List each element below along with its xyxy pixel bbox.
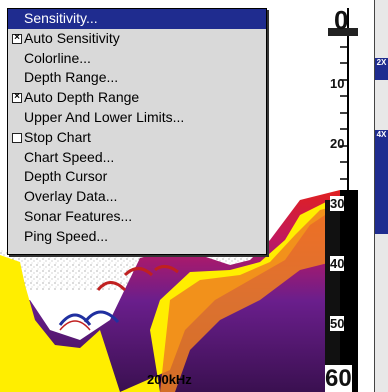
menu-item-label: Sensitivity... (24, 10, 98, 26)
menu-item-depth-range[interactable]: Depth Range... (8, 68, 266, 88)
menu-item-auto-depth-range[interactable]: Auto Depth Range (8, 88, 266, 108)
menu-item-label: Colorline... (24, 49, 91, 66)
menu-item-sensitivity[interactable]: Sensitivity... (8, 9, 266, 29)
menu-item-label: Ping Speed... (24, 227, 109, 244)
menu-item-label: Auto Sensitivity (24, 29, 120, 46)
depth-label-10: 10 (330, 76, 345, 91)
zoom-tab-4x[interactable]: 4X (375, 130, 388, 152)
depth-label-50: 50 (330, 316, 345, 331)
menu-item-label: Upper And Lower Limits... (24, 108, 185, 125)
menu-item-upper-lower-limits[interactable]: Upper And Lower Limits... (8, 108, 266, 128)
sonar-menu: Sensitivity... Auto Sensitivity Colorlin… (7, 8, 267, 255)
menu-item-label: Stop Chart (24, 128, 91, 145)
depth-label-60: 60 (325, 365, 352, 392)
checkbox-unchecked-icon[interactable] (12, 132, 22, 143)
menu-item-auto-sensitivity[interactable]: Auto Sensitivity (8, 29, 266, 49)
side-panel: 2X 4X (374, 0, 388, 392)
menu-item-colorline[interactable]: Colorline... (8, 49, 266, 69)
zoom-tab-2x[interactable]: 2X (375, 58, 388, 80)
zoom-tab-bar[interactable] (375, 152, 388, 234)
checkbox-checked-icon[interactable] (12, 33, 22, 44)
menu-item-label: Sonar Features... (24, 207, 133, 224)
menu-item-label: Chart Speed... (24, 148, 115, 165)
menu-item-label: Depth Range... (24, 69, 119, 86)
menu-item-sonar-features[interactable]: Sonar Features... (8, 207, 266, 227)
menu-item-depth-cursor[interactable]: Depth Cursor (8, 167, 266, 187)
menu-item-stop-chart[interactable]: Stop Chart (8, 128, 266, 148)
menu-item-label: Auto Depth Range (24, 89, 140, 106)
depth-label-20: 20 (330, 136, 345, 151)
menu-item-chart-speed[interactable]: Chart Speed... (8, 148, 266, 168)
menu-item-ping-speed[interactable]: Ping Speed... (8, 227, 266, 247)
depth-label-0: 0 (334, 5, 349, 35)
frequency-label: 200kHz (147, 372, 192, 387)
checkbox-checked-icon[interactable] (12, 93, 22, 104)
depth-label-30: 30 (330, 196, 345, 211)
menu-item-label: Overlay Data... (24, 188, 118, 205)
depth-label-40: 40 (330, 256, 345, 271)
menu-item-overlay-data[interactable]: Overlay Data... (8, 187, 266, 207)
menu-item-label: Depth Cursor (24, 168, 108, 185)
sonar-screen: 0 10 20 30 40 50 60 200kHz 2X 4X Sensiti… (0, 0, 388, 392)
